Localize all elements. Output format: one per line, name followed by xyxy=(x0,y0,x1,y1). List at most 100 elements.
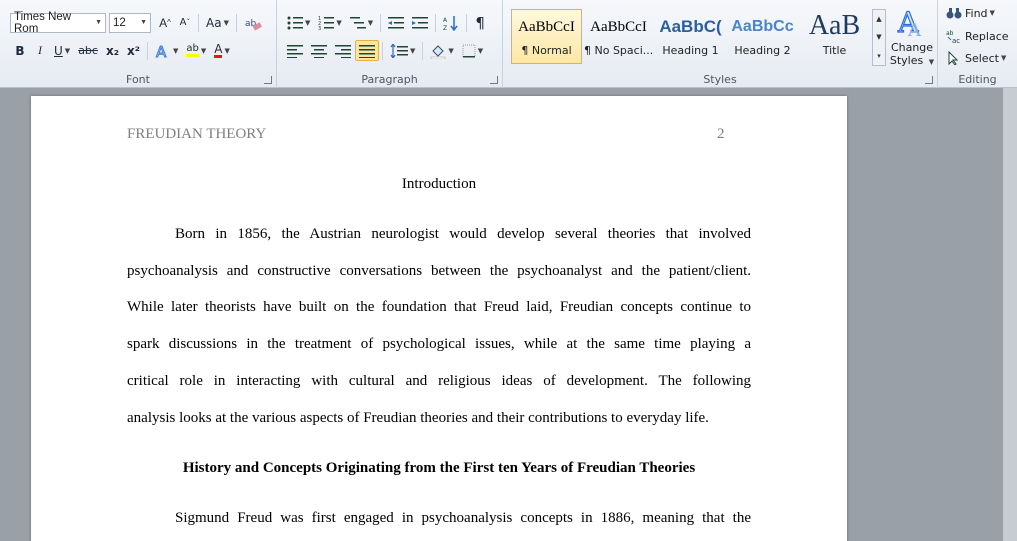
document-page[interactable]: FREUDIAN THEORY 2 Introduction Born in 1… xyxy=(31,96,847,541)
svg-text:Z: Z xyxy=(443,25,447,31)
style-name: Heading 2 xyxy=(734,44,791,57)
replace-button[interactable]: ab ac Replace xyxy=(946,29,1009,44)
chevron-down-icon: ▼ xyxy=(140,19,147,26)
strikethrough-button[interactable]: abc xyxy=(74,40,102,61)
paint-bucket-icon xyxy=(431,44,446,59)
chevron-down-icon: ▼ xyxy=(1000,54,1007,62)
numbered-list-icon: 123 xyxy=(318,16,335,30)
svg-text:3: 3 xyxy=(318,26,321,30)
paragraph-group: ▼ 1 2 3 ▼ ▼ AZ ¶ ▼ ▼ ▼ Paragraph xyxy=(277,0,503,88)
paragraph-line: psychoanalysis and constructive conversa… xyxy=(127,262,751,279)
clear-formatting-button[interactable]: ab xyxy=(240,12,266,33)
justify-button[interactable] xyxy=(355,40,379,61)
separator xyxy=(235,13,237,32)
replace-icon: abac xyxy=(946,30,960,43)
body-paragraph-1[interactable]: Born in 1856, the Austrian neurologist w… xyxy=(127,216,751,436)
separator xyxy=(466,13,468,32)
highlight-button[interactable]: ab ▼ xyxy=(182,40,210,61)
separator xyxy=(435,13,437,32)
change-case-button[interactable]: Aa ▼ xyxy=(202,12,233,33)
font-dialog-launcher[interactable] xyxy=(264,76,272,84)
style-title[interactable]: AaB Title xyxy=(799,9,870,64)
running-header-page-number[interactable]: 2 xyxy=(717,126,725,143)
style-name: ¶ Normal xyxy=(521,44,572,57)
chevron-down-icon: ▼ xyxy=(336,18,342,27)
line-spacing-button[interactable]: ▼ xyxy=(386,40,419,61)
more-styles-icon[interactable]: ▾ xyxy=(877,52,881,60)
caret-down-icon: ˇ xyxy=(186,18,191,27)
text-effects-icon: A xyxy=(155,43,167,59)
style-name: ¶ No Spaci... xyxy=(584,44,653,57)
increase-indent-button[interactable] xyxy=(408,12,432,33)
select-button[interactable]: Select ▼ xyxy=(946,51,1006,65)
style-sample: AaBbCcI xyxy=(590,19,647,35)
paragraph-line: Sigmund Freud was first engaged in psych… xyxy=(175,510,751,526)
style-normal[interactable]: AaBbCcI ¶ Normal xyxy=(511,9,582,64)
ribbon: Times New Rom▼ 12▼ A^ Aˇ Aa▼ ab B I xyxy=(0,0,1017,88)
find-button[interactable]: Find ▼ xyxy=(946,6,995,20)
find-label: Find xyxy=(965,6,988,20)
align-center-button[interactable] xyxy=(307,40,331,61)
scroll-up-icon[interactable]: ▲ xyxy=(876,15,881,23)
paragraph-dialog-launcher[interactable] xyxy=(490,76,498,84)
bullets-button[interactable]: ▼ xyxy=(283,12,314,33)
style-sample: AaBbCc xyxy=(731,18,794,35)
change-styles-button[interactable]: AA Change Styles ▼ xyxy=(889,5,935,70)
svg-text:ac: ac xyxy=(952,37,960,43)
caret-up-icon: ^ xyxy=(167,18,171,27)
vertical-scrollbar[interactable] xyxy=(1003,88,1017,541)
svg-text:A: A xyxy=(443,17,448,24)
font-color-button[interactable]: A ▼ xyxy=(210,40,234,61)
borders-button[interactable]: ▼ xyxy=(458,40,487,61)
separator xyxy=(198,13,199,32)
superscript-button[interactable]: x² xyxy=(123,40,144,61)
underline-button[interactable]: U ▼ xyxy=(50,40,74,61)
scroll-down-icon[interactable]: ▼ xyxy=(876,33,881,41)
chevron-down-icon: ▼ xyxy=(224,46,230,55)
paragraph-line: analysis looks at the various aspects of… xyxy=(127,409,709,426)
chevron-down-icon: ▼ xyxy=(448,46,454,55)
chevron-down-icon: ▼ xyxy=(64,46,71,55)
style-sample: AaBbC( xyxy=(659,17,722,36)
decrease-indent-button[interactable] xyxy=(384,12,408,33)
chevron-down-icon: ▼ xyxy=(200,46,207,55)
italic-button[interactable]: I xyxy=(30,40,50,61)
styles-group-label: Styles xyxy=(703,73,737,86)
styles-dialog-launcher[interactable] xyxy=(925,76,933,84)
bold-button[interactable]: B xyxy=(10,40,30,61)
align-right-button[interactable] xyxy=(331,40,355,61)
paragraph-group-label: Paragraph xyxy=(361,73,418,86)
shading-button[interactable]: ▼ xyxy=(426,40,457,61)
show-hide-marks-button[interactable]: ¶ xyxy=(470,12,490,33)
binoculars-icon xyxy=(946,8,962,19)
line-spacing-icon xyxy=(390,43,408,58)
decrease-indent-icon xyxy=(388,16,405,28)
font-name-combo[interactable]: Times New Rom ▼ xyxy=(10,11,106,35)
style-heading-2[interactable]: AaBbCc Heading 2 xyxy=(727,9,798,64)
subscript-button[interactable]: x₂ xyxy=(102,40,123,61)
running-header-title[interactable]: FREUDIAN THEORY xyxy=(127,126,266,143)
body-paragraph-2[interactable]: Sigmund Freud was first engaged in psych… xyxy=(127,500,751,537)
select-label: Select xyxy=(965,51,999,65)
style-heading-1[interactable]: AaBbC( Heading 1 xyxy=(655,9,726,64)
change-styles-icon: AA xyxy=(896,5,922,41)
grow-font-button[interactable]: A ^ xyxy=(155,12,175,33)
sort-button[interactable]: AZ xyxy=(439,12,463,33)
font-size-combo[interactable]: 12 ▼ xyxy=(109,12,151,33)
numbering-button[interactable]: 1 2 3 ▼ xyxy=(314,12,345,33)
section-heading[interactable]: History and Concepts Originating from th… xyxy=(127,460,751,477)
eraser-icon: ab xyxy=(245,19,262,31)
svg-text:A: A xyxy=(907,20,922,38)
align-right-icon xyxy=(335,44,351,58)
chevron-down-icon: ▼ xyxy=(928,58,935,66)
multilevel-list-button[interactable]: ▼ xyxy=(346,12,377,33)
introduction-heading[interactable]: Introduction xyxy=(127,176,751,193)
change-styles-label-line1: Change xyxy=(890,41,934,54)
chevron-down-icon: ▼ xyxy=(305,18,311,27)
shrink-font-button[interactable]: Aˇ xyxy=(175,12,195,33)
align-left-button[interactable] xyxy=(283,40,307,61)
style-no-spacing[interactable]: AaBbCcI ¶ No Spaci... xyxy=(583,9,654,64)
text-effects-button[interactable]: A ▼ xyxy=(151,40,182,61)
change-styles-label-line2: Styles ▼ xyxy=(889,54,935,69)
styles-gallery-scroll[interactable]: ▲ ▼ ▾ xyxy=(872,9,886,66)
